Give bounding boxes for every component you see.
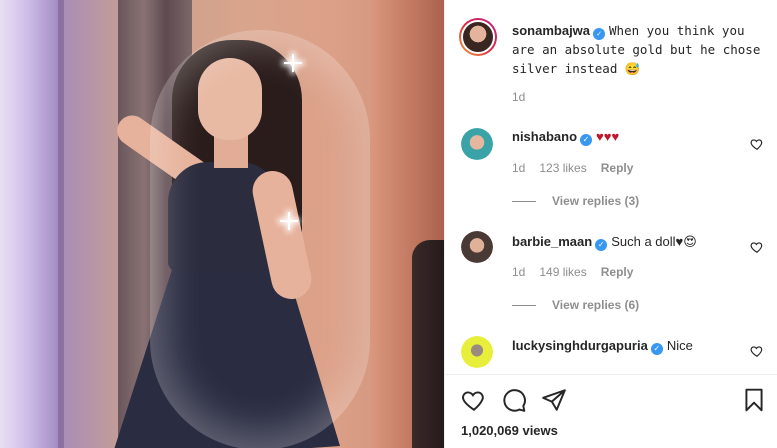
commenter-avatar[interactable]	[461, 336, 493, 368]
divider-line	[512, 304, 536, 306]
reply-button[interactable]: Reply	[601, 265, 634, 279]
verified-icon: ✓	[580, 134, 593, 146]
verified-icon: ✓	[650, 343, 663, 355]
sparkle-icon	[288, 54, 298, 72]
commenter-username[interactable]: nishabano	[512, 129, 577, 144]
comment-time[interactable]: 1d	[512, 161, 525, 175]
sparkle-icon	[284, 212, 294, 230]
post-image[interactable]	[0, 0, 444, 448]
caption-time[interactable]: 1d	[512, 90, 525, 104]
commenter-avatar[interactable]	[461, 128, 493, 160]
caption-emoji: 😅	[624, 61, 641, 76]
comment-likes[interactable]: 123 likes	[539, 161, 586, 175]
face	[198, 58, 262, 140]
verified-icon: ✓	[595, 239, 608, 251]
like-comment-heart-icon[interactable]	[750, 137, 764, 151]
like-comment-heart-icon[interactable]	[750, 240, 764, 254]
window-edge	[58, 0, 64, 448]
views-count: 1,020,069 views	[461, 423, 558, 438]
comments-list[interactable]: sonambajwa ✓ When you think you are an abs…	[445, 0, 777, 374]
bookmark-icon[interactable]	[741, 387, 767, 413]
comment-text: nishabano ✓ ♥♥♥	[512, 129, 742, 146]
view-replies-button[interactable]: View replies (3)	[512, 194, 639, 208]
comment-text: luckysinghdurgapuria ✓ Nice	[512, 338, 742, 355]
divider-line	[512, 200, 536, 202]
comment-meta: 1d 149 likes Reply	[512, 265, 647, 279]
commenter-username[interactable]: barbie_maan	[512, 234, 592, 249]
comment-body: ♥♥♥	[596, 129, 620, 144]
reply-button[interactable]: Reply	[601, 161, 634, 175]
comment-icon[interactable]	[501, 387, 527, 413]
comment-likes[interactable]: 149 likes	[539, 265, 586, 279]
share-icon[interactable]	[541, 387, 567, 413]
views-label: views	[522, 423, 558, 438]
verified-icon: ✓	[593, 28, 606, 40]
window-frame	[0, 0, 62, 448]
post-caption: sonambajwa ✓ When you think you are an abs…	[512, 21, 762, 78]
author-avatar[interactable]	[459, 18, 497, 56]
comment-time[interactable]: 1d	[512, 265, 525, 279]
comment-body: Such a doll♥😍	[611, 234, 697, 249]
chair	[412, 240, 444, 448]
commenter-username[interactable]: luckysinghdurgapuria	[512, 338, 648, 353]
author-username[interactable]: sonambajwa	[512, 23, 590, 38]
view-replies-label: View replies (6)	[552, 298, 640, 312]
comment-body: Nice	[666, 338, 693, 353]
comment-text: barbie_maan ✓ Such a doll♥😍	[512, 234, 742, 251]
like-comment-heart-icon[interactable]	[750, 344, 764, 358]
commenter-avatar[interactable]	[461, 231, 493, 263]
action-bar: 1,020,069 views	[445, 374, 777, 448]
views-number: 1,020,069	[461, 423, 519, 438]
view-replies-label: View replies (3)	[552, 194, 640, 208]
heart-icon[interactable]	[461, 387, 487, 413]
comments-panel: sonambajwa ✓ When you think you are an abs…	[444, 0, 777, 448]
comment-meta: 1d 123 likes Reply	[512, 161, 647, 175]
view-replies-button[interactable]: View replies (6)	[512, 298, 639, 312]
